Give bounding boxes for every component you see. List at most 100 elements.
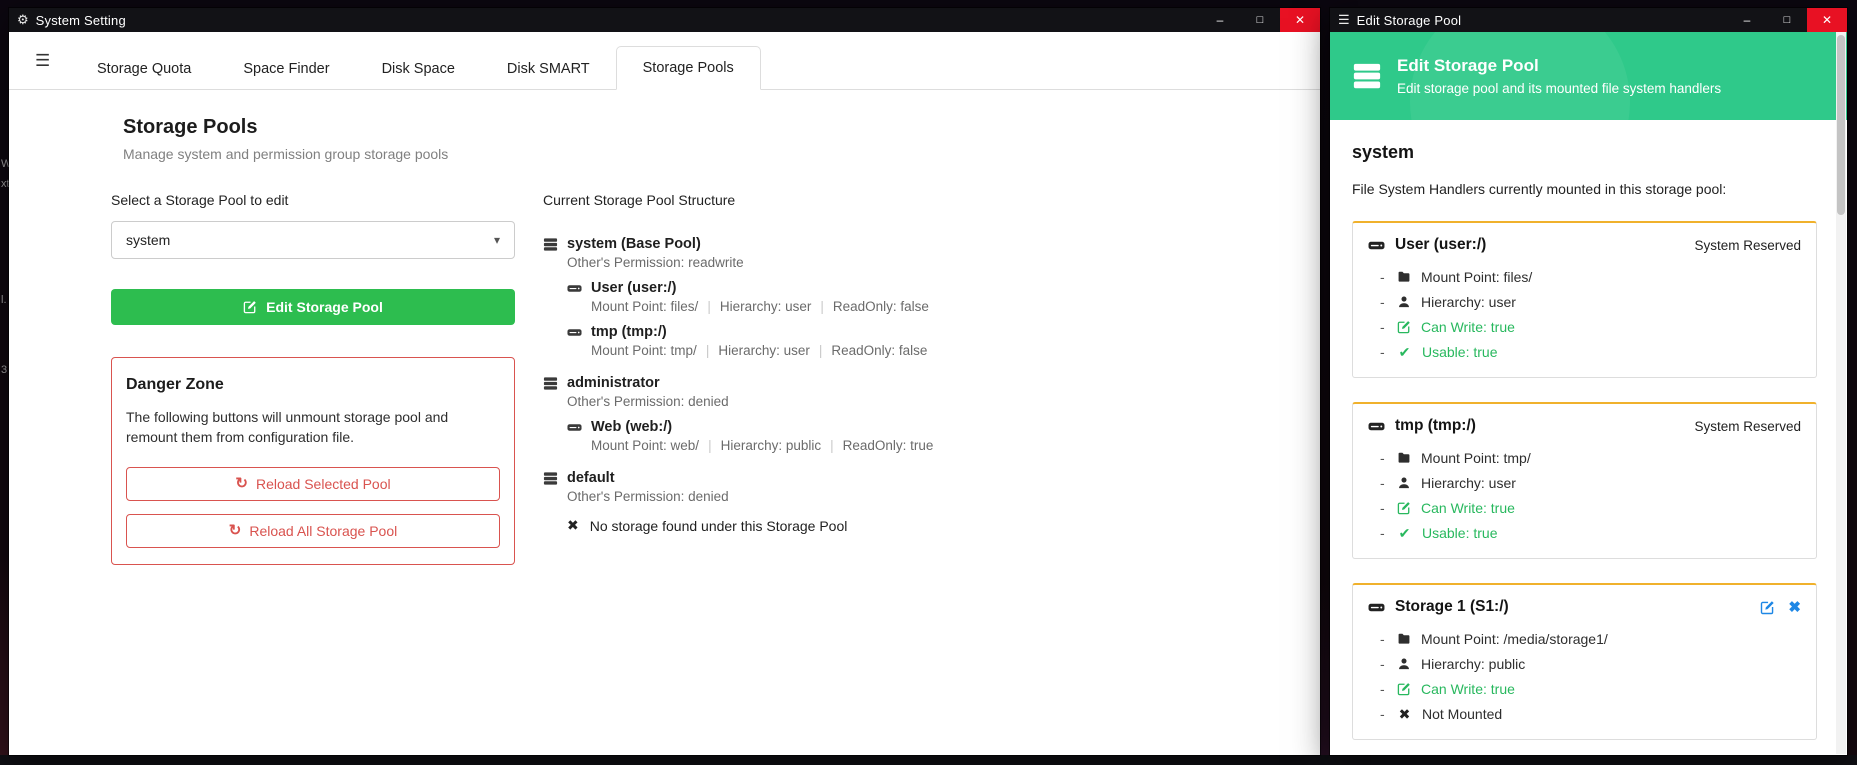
- menu-icon: ☰: [1338, 12, 1350, 28]
- handler-row: - Mount Point: tmp/: [1368, 450, 1801, 466]
- row-text: Not Mounted: [1422, 706, 1502, 722]
- separator: |: [820, 299, 824, 314]
- check-icon: ✔: [1397, 526, 1412, 540]
- row-text: Usable: true: [1422, 344, 1497, 360]
- user-icon: [1397, 295, 1411, 309]
- storage-mount: Mount Point: files/: [591, 299, 698, 314]
- maximize-button[interactable]: □: [1240, 8, 1280, 32]
- edit-storage-pool-label: Edit Storage Pool: [266, 299, 383, 315]
- separator: |: [830, 438, 834, 453]
- pool-name: administrator: [567, 375, 660, 391]
- drive-icon: [567, 420, 582, 435]
- minimize-button[interactable]: –: [1200, 8, 1240, 32]
- tab-storage-pools[interactable]: Storage Pools: [616, 46, 761, 90]
- banner-subtitle: Edit storage pool and its mounted file s…: [1397, 81, 1721, 96]
- storage-mount: Mount Point: tmp/: [591, 343, 697, 358]
- minimize-button[interactable]: –: [1727, 8, 1767, 32]
- pool-structure-panel: Current Storage Pool Structure system (B…: [543, 192, 933, 565]
- taskbar[interactable]: [0, 755, 1857, 765]
- separator: |: [708, 438, 712, 453]
- server-icon: [543, 237, 558, 252]
- dash: -: [1380, 681, 1387, 697]
- refresh-icon: ↻: [235, 476, 248, 491]
- handler-name: Storage 1 (S1:/): [1395, 598, 1509, 616]
- tab-space-finder[interactable]: Space Finder: [217, 48, 355, 90]
- separator: |: [707, 299, 711, 314]
- row-text: Mount Point: files/: [1421, 269, 1532, 285]
- pool-permission: Other's Permission: denied: [567, 394, 933, 409]
- danger-zone-title: Danger Zone: [126, 376, 500, 394]
- storage-hierarchy: Hierarchy: user: [718, 343, 810, 358]
- danger-zone-card: Danger Zone The following buttons will u…: [111, 357, 515, 565]
- edit-icon: [243, 300, 257, 314]
- pool-select-value: system: [126, 232, 170, 248]
- dash: -: [1380, 631, 1387, 647]
- storage-readonly: ReadOnly: false: [831, 343, 927, 358]
- gear-icon: ⚙: [17, 12, 29, 28]
- row-text: Can Write: true: [1421, 500, 1515, 516]
- edit-window-titlebar[interactable]: ☰ Edit Storage Pool – □ ✕: [1330, 8, 1847, 32]
- handler-card-storage1: Storage 1 (S1:/) ✖ - Mount Point: /media…: [1352, 583, 1817, 740]
- edit-handler-button[interactable]: [1760, 600, 1775, 615]
- system-setting-window: ⚙ System Setting – □ ✕ ☰ Storage Quota S…: [9, 8, 1320, 755]
- row-text: Mount Point: /media/storage1/: [1421, 631, 1608, 647]
- handler-row: - Hierarchy: user: [1368, 294, 1801, 310]
- storage-readonly: ReadOnly: false: [833, 299, 929, 314]
- page-subtitle: Manage system and permission group stora…: [123, 146, 1320, 162]
- danger-zone-description: The following buttons will unmount stora…: [126, 407, 500, 448]
- row-text: Hierarchy: user: [1421, 475, 1516, 491]
- banner-title: Edit Storage Pool: [1397, 56, 1721, 76]
- handler-row: - ✔ Usable: true: [1368, 525, 1801, 541]
- edit-storage-pool-button[interactable]: Edit Storage Pool: [111, 289, 515, 325]
- system-reserved-badge: System Reserved: [1694, 238, 1801, 253]
- close-button[interactable]: ✕: [1280, 8, 1320, 32]
- handler-row: - Hierarchy: public: [1368, 656, 1801, 672]
- close-button[interactable]: ✕: [1807, 8, 1847, 32]
- storage-item: User (user:/) Mount Point: files/|Hierar…: [567, 280, 933, 314]
- handler-row: - Mount Point: /media/storage1/: [1368, 631, 1801, 647]
- tab-storage-quota[interactable]: Storage Quota: [71, 48, 217, 90]
- maximize-button[interactable]: □: [1767, 8, 1807, 32]
- edit-storage-pool-window: ☰ Edit Storage Pool – □ ✕ Edit Storage P…: [1330, 8, 1847, 755]
- remove-handler-button[interactable]: ✖: [1788, 598, 1801, 616]
- empty-pool-text: No storage found under this Storage Pool: [590, 518, 848, 534]
- window-title: Edit Storage Pool: [1357, 13, 1462, 28]
- folder-icon: [1397, 632, 1411, 646]
- storage-name: User (user:/): [591, 280, 676, 296]
- dash: -: [1380, 525, 1387, 541]
- reload-all-pool-button[interactable]: ↻ Reload All Storage Pool: [126, 514, 500, 548]
- pool-permission: Other's Permission: denied: [567, 489, 933, 504]
- tab-bar: ☰ Storage Quota Space Finder Disk Space …: [9, 32, 1320, 90]
- desktop-text-fragment: 3: [1, 364, 7, 376]
- page-title: Storage Pools: [123, 116, 1320, 139]
- dash: -: [1380, 450, 1387, 466]
- dash: -: [1380, 475, 1387, 491]
- system-reserved-badge: System Reserved: [1694, 419, 1801, 434]
- folder-icon: [1397, 451, 1411, 465]
- reload-selected-pool-button[interactable]: ↻ Reload Selected Pool: [126, 467, 500, 501]
- menu-icon[interactable]: ☰: [35, 51, 50, 71]
- handler-row: - Can Write: true: [1368, 500, 1801, 516]
- edit-pool-banner: Edit Storage Pool Edit storage pool and …: [1330, 32, 1847, 120]
- pool-permission: Other's Permission: readwrite: [567, 255, 933, 270]
- storage-item: Web (web:/) Mount Point: web/|Hierarchy:…: [567, 419, 933, 453]
- scrollbar[interactable]: [1836, 32, 1846, 754]
- handler-name: tmp (tmp:/): [1395, 417, 1476, 435]
- user-icon: [1397, 657, 1411, 671]
- drive-icon: [1368, 237, 1385, 254]
- tab-disk-smart[interactable]: Disk SMART: [481, 48, 616, 90]
- tab-disk-space[interactable]: Disk Space: [356, 48, 481, 90]
- pool-select[interactable]: system ▾: [111, 221, 515, 259]
- storage-name: tmp (tmp:/): [591, 324, 667, 340]
- structure-title: Current Storage Pool Structure: [543, 192, 933, 208]
- pool-name: default: [567, 470, 615, 486]
- row-text: Hierarchy: user: [1421, 294, 1516, 310]
- drive-icon: [1368, 599, 1385, 616]
- main-window-titlebar[interactable]: ⚙ System Setting – □ ✕: [9, 8, 1320, 32]
- empty-pool-notice: ✖ No storage found under this Storage Po…: [567, 517, 933, 534]
- dash: -: [1380, 706, 1387, 722]
- server-icon: [1352, 61, 1382, 91]
- scrollbar-thumb[interactable]: [1837, 35, 1845, 215]
- handler-card-user: User (user:/) System Reserved - Mount Po…: [1352, 221, 1817, 378]
- x-mark-icon: ✖: [567, 517, 579, 534]
